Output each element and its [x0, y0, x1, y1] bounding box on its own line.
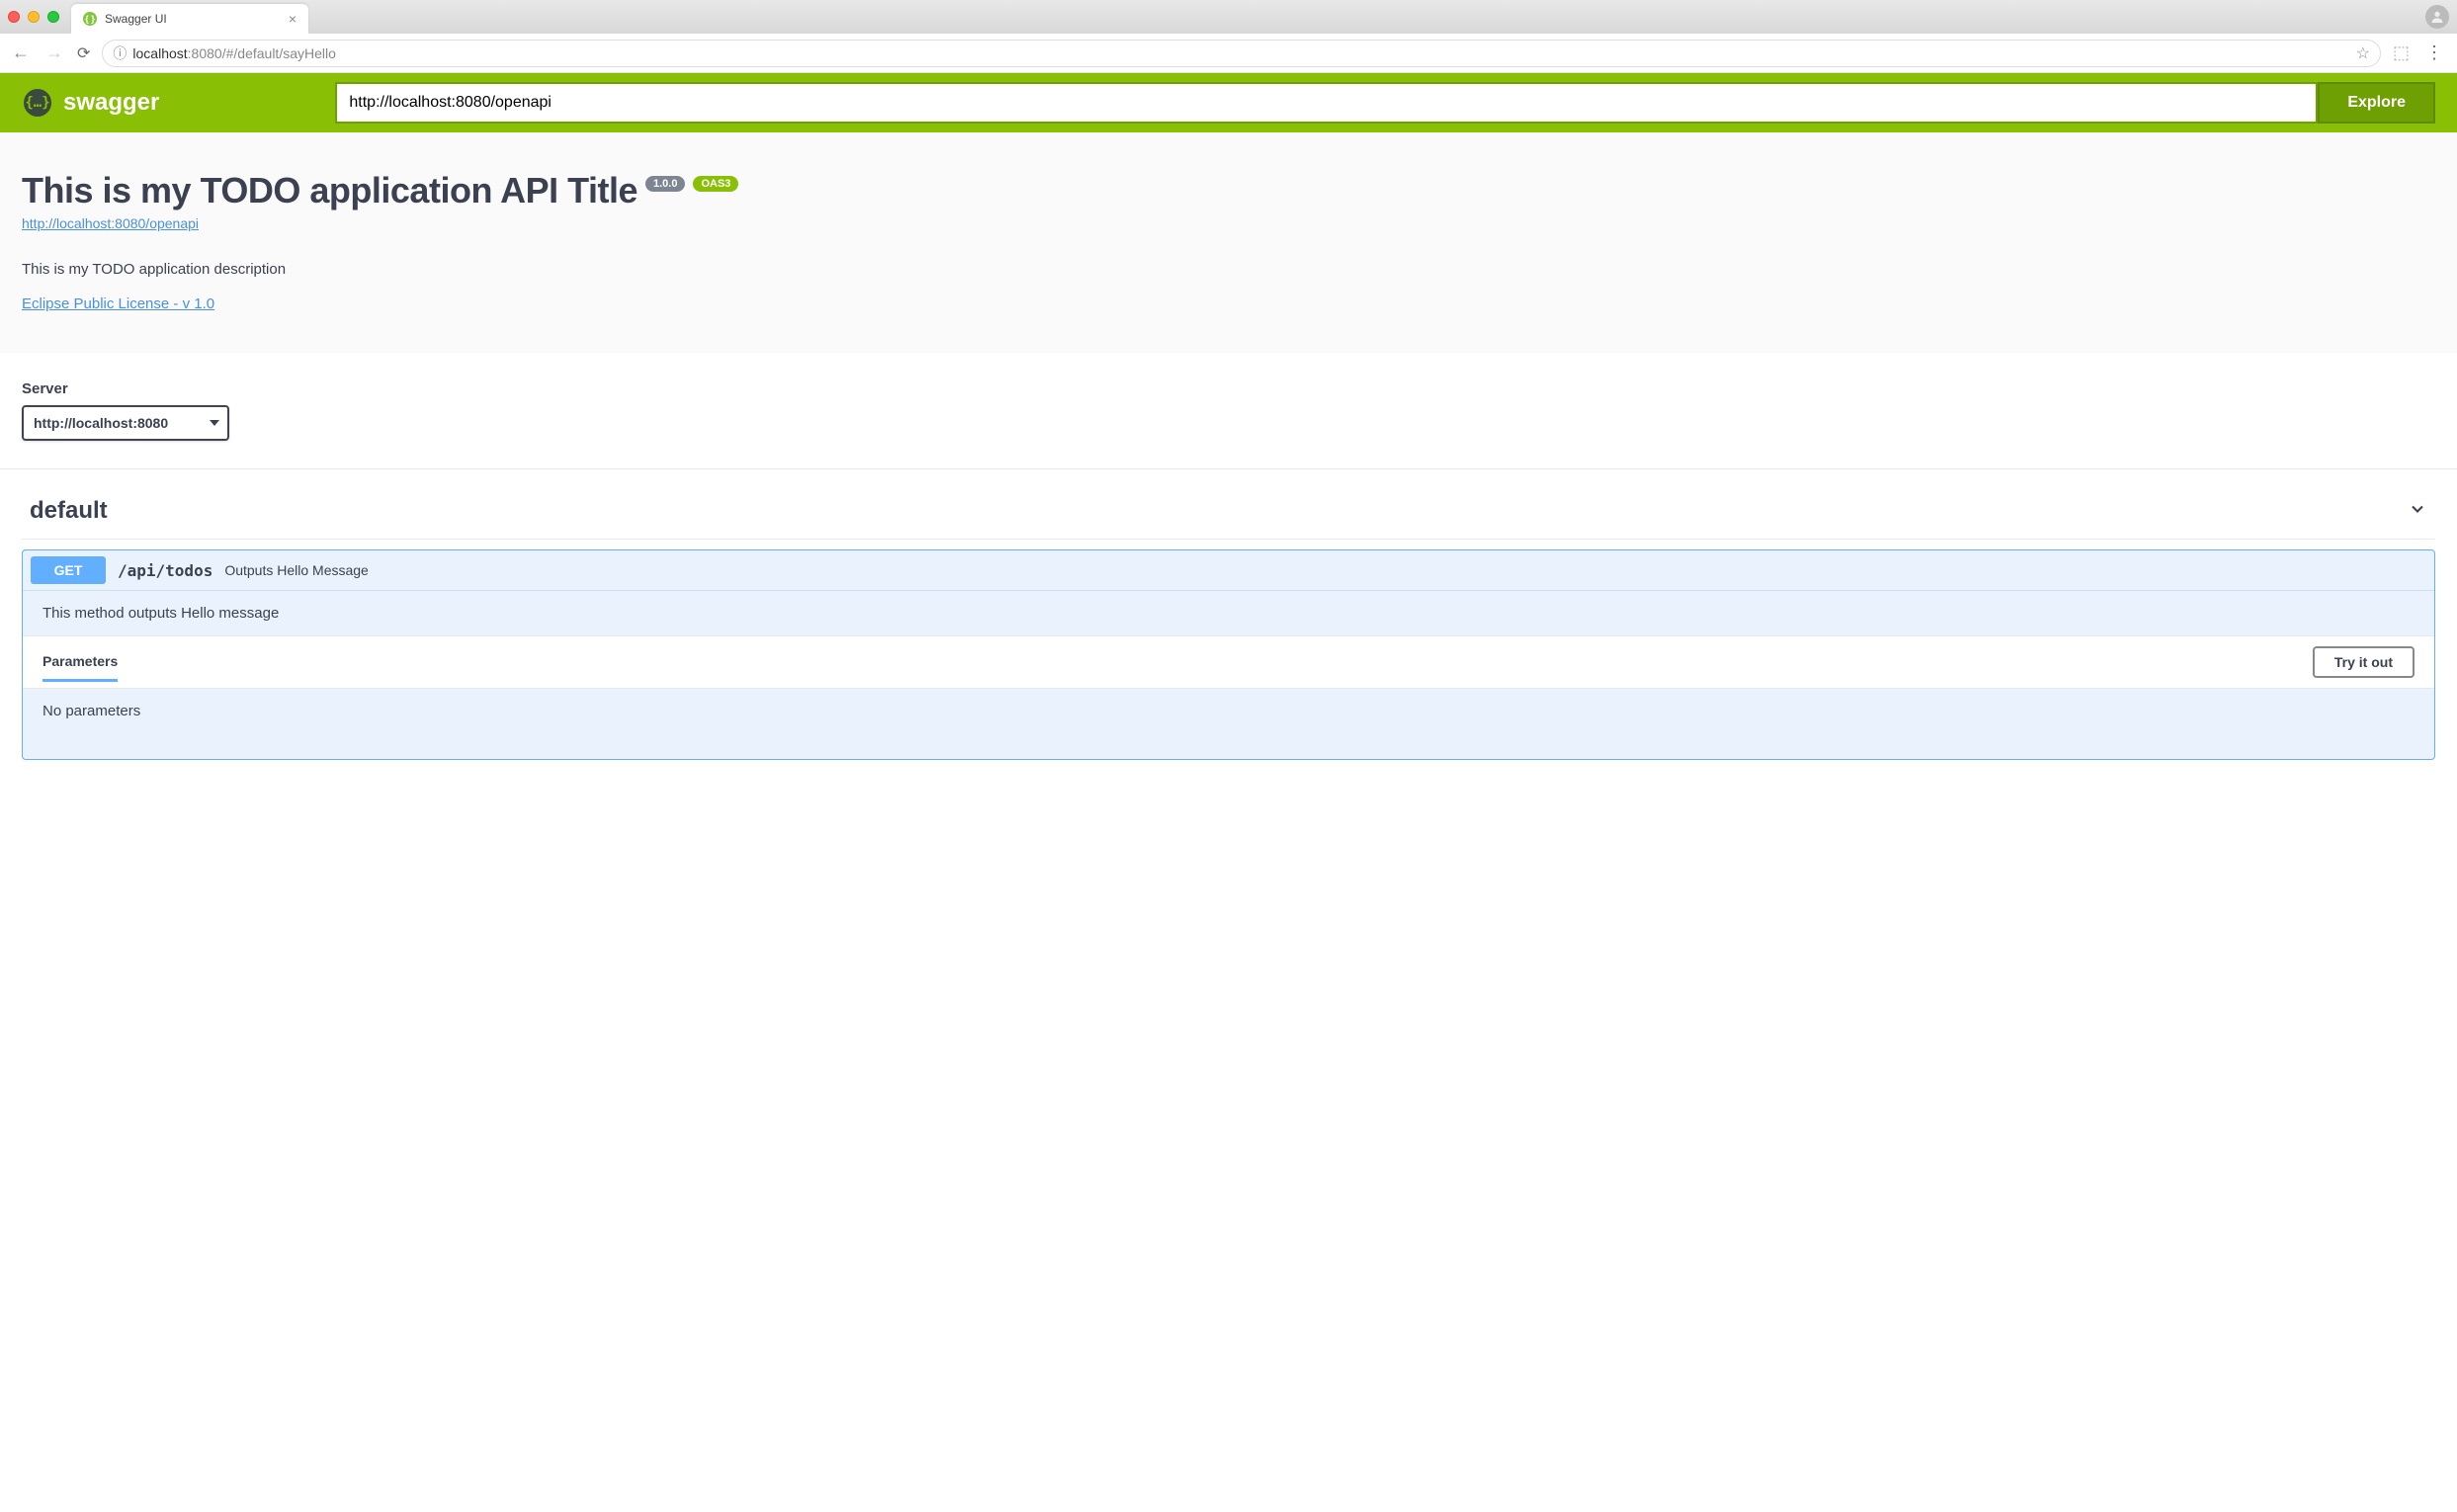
bookmark-star-icon[interactable]: ☆ — [2356, 43, 2370, 63]
browser-menu-icon[interactable]: ⋮ — [2421, 42, 2447, 63]
tag-name: default — [30, 497, 108, 525]
operation-summary[interactable]: GET /api/todos Outputs Hello Message — [23, 550, 2434, 590]
operations-section: default GET /api/todos Outputs Hello Mes… — [0, 469, 2457, 778]
api-info-section: This is my TODO application API Title 1.… — [0, 132, 2457, 353]
version-badge: 1.0.0 — [645, 176, 685, 192]
http-method-badge: GET — [31, 556, 106, 584]
profile-icon[interactable] — [2425, 5, 2449, 29]
try-it-out-button[interactable]: Try it out — [2313, 646, 2415, 678]
address-bar[interactable]: ⓘ localhost:8080/#/default/sayHello ☆ — [102, 40, 2381, 67]
server-label: Server — [22, 380, 2435, 397]
tag-header-default[interactable]: default — [22, 487, 2435, 540]
server-select[interactable]: http://localhost:8080 — [22, 405, 229, 441]
site-info-icon[interactable]: ⓘ — [113, 43, 127, 63]
parameters-header: Parameters Try it out — [23, 635, 2434, 689]
explore-button[interactable]: Explore — [2318, 82, 2435, 124]
extension-icon[interactable]: ⬚ — [2393, 42, 2410, 63]
operation-path: /api/todos — [118, 561, 212, 580]
back-button[interactable]: ← — [10, 42, 32, 63]
operation-summary-text: Outputs Hello Message — [224, 562, 369, 578]
operation-description: This method outputs Hello message — [23, 591, 2434, 635]
api-title: This is my TODO application API Title — [22, 170, 637, 211]
window-controls — [8, 11, 59, 23]
no-parameters-text: No parameters — [23, 689, 2434, 759]
swagger-logo-text: swagger — [63, 89, 159, 117]
browser-titlebar: { } Swagger UI × — [0, 0, 2457, 34]
swagger-favicon-icon: { } — [83, 12, 97, 26]
browser-toolbar: ← → ⟳ ⓘ localhost:8080/#/default/sayHell… — [0, 34, 2457, 73]
browser-tab[interactable]: { } Swagger UI × — [71, 4, 308, 34]
swagger-logo: {…} swagger — [22, 87, 159, 119]
minimize-window-button[interactable] — [28, 11, 40, 23]
chevron-down-icon — [2408, 499, 2427, 524]
api-description: This is my TODO application description — [22, 261, 2435, 278]
swagger-topbar: {…} swagger Explore — [0, 73, 2457, 132]
url-text: localhost:8080/#/default/sayHello — [132, 45, 336, 61]
operation-block-get: GET /api/todos Outputs Hello Message Thi… — [22, 549, 2435, 760]
close-window-button[interactable] — [8, 11, 20, 23]
server-section: Server http://localhost:8080 — [0, 353, 2457, 469]
reload-icon[interactable]: ⟳ — [77, 43, 90, 63]
parameters-tab[interactable]: Parameters — [42, 653, 118, 682]
forward-button[interactable]: → — [43, 42, 65, 63]
spec-url-input[interactable] — [335, 82, 2318, 124]
swagger-logo-icon: {…} — [22, 87, 53, 119]
close-tab-icon[interactable]: × — [289, 11, 297, 27]
spec-url-link[interactable]: http://localhost:8080/openapi — [22, 215, 199, 231]
license-link[interactable]: Eclipse Public License - v 1.0 — [22, 295, 214, 312]
oas-badge: OAS3 — [693, 176, 738, 192]
maximize-window-button[interactable] — [47, 11, 59, 23]
tab-title: Swagger UI — [105, 12, 281, 26]
